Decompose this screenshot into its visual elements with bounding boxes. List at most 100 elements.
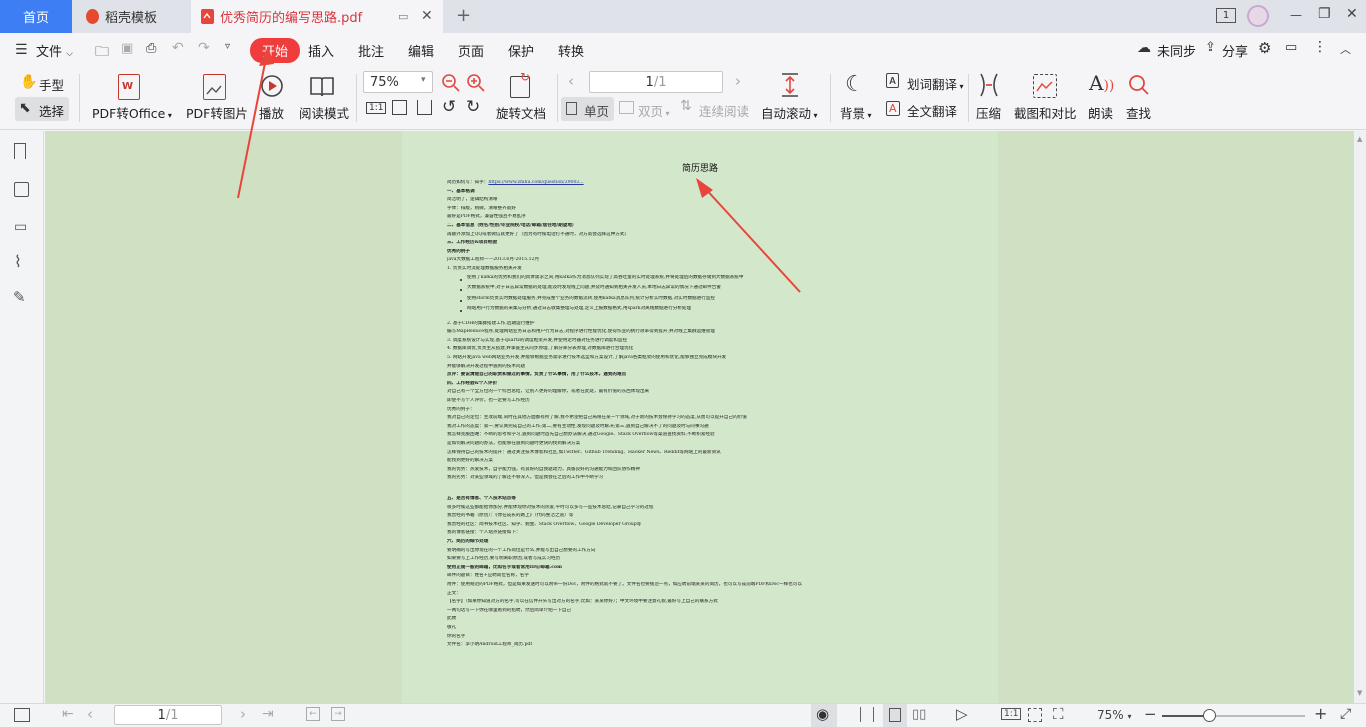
actual-size-status-icon[interactable]: 1:1	[1001, 708, 1022, 720]
fit-width-icon[interactable]	[417, 100, 432, 115]
page-count-badge[interactable]: 1	[1216, 8, 1236, 23]
status-page-input[interactable]: 1/1	[114, 705, 222, 725]
pdf-to-image-button[interactable]: PDF转图片	[186, 103, 248, 122]
compress-button[interactable]: 压缩	[976, 103, 1001, 122]
menu-page[interactable]: 页面	[458, 41, 484, 60]
rotate-document-icon[interactable]: ↻	[510, 70, 530, 98]
rotate-left-icon[interactable]: ↺	[442, 97, 456, 117]
zoom-in-icon[interactable]	[466, 73, 486, 93]
document-viewer[interactable]: 简历思路 简历如何写：知乎：https://www.zhihu.com/ques…	[45, 131, 1354, 703]
screenshot-compare-icon[interactable]	[1033, 74, 1057, 98]
single-mode-button[interactable]	[883, 704, 907, 727]
double-mode-icon[interactable]: ▯▯	[912, 707, 926, 722]
pdf-to-office-button[interactable]: PDF转Office ▾	[92, 103, 172, 122]
close-tab-icon[interactable]: ✕	[421, 8, 433, 24]
page-number-input[interactable]: 1/1	[589, 71, 723, 93]
menu-convert[interactable]: 转换	[558, 41, 584, 60]
open-folder-icon[interactable]: 🗀	[95, 41, 109, 65]
zoom-status-select[interactable]: 75% ▾	[1097, 708, 1132, 722]
book-icon[interactable]	[309, 74, 335, 98]
full-translate-button[interactable]: 全文翻译	[907, 101, 957, 120]
hamburger-icon[interactable]: ☰	[15, 42, 28, 58]
rotate-right-icon[interactable]: ↻	[466, 97, 480, 117]
read-aloud-button[interactable]: 朗读	[1088, 103, 1113, 122]
read-mode-button[interactable]: 阅读模式	[299, 103, 349, 122]
attachment-icon[interactable]: ⌇	[14, 252, 22, 271]
pin-window-icon[interactable]: ▭	[398, 10, 408, 23]
background-button[interactable]: 背景 ▾	[840, 103, 872, 122]
undo-icon[interactable]: ↶	[172, 40, 184, 56]
read-aloud-icon[interactable]: A))	[1089, 71, 1114, 95]
vertical-scrollbar[interactable]: ▲ ▼	[1354, 131, 1366, 703]
compress-icon[interactable]	[977, 72, 1001, 98]
play-status-icon[interactable]: ▷	[956, 705, 968, 723]
zoom-out-status-icon[interactable]: −	[1144, 705, 1157, 723]
word-translate-button[interactable]: 划词翻译 ▾	[907, 74, 964, 93]
rotate-document-button[interactable]: 旋转文档	[496, 103, 546, 122]
more-icon[interactable]: ⋮	[1313, 39, 1327, 55]
zoom-slider-handle[interactable]	[1203, 709, 1217, 722]
first-page-icon[interactable]: ⇤	[62, 706, 74, 722]
expand-icon[interactable]: ⤢	[1340, 706, 1351, 722]
back-view-icon[interactable]: ←	[306, 707, 320, 721]
zoom-in-status-icon[interactable]: +	[1314, 704, 1327, 723]
comments-panel-icon[interactable]: ▭	[14, 219, 27, 235]
zoom-select[interactable]: 75% ▾	[363, 71, 433, 93]
play-icon[interactable]	[260, 74, 284, 98]
scroll-down-icon[interactable]: ▼	[1357, 689, 1362, 697]
cloud-sync-icon[interactable]: ☁	[1137, 40, 1151, 56]
last-page-icon[interactable]: ⇥	[262, 706, 274, 722]
menu-edit[interactable]: 编辑	[408, 41, 434, 60]
restore-icon[interactable]: ❐	[1318, 6, 1331, 22]
scroll-up-icon[interactable]: ▲	[1357, 135, 1362, 143]
quick-access-dropdown-icon[interactable]: ▿	[225, 41, 230, 52]
menu-annotate[interactable]: 批注	[358, 41, 384, 60]
menu-file[interactable]: 文件 ⌵	[36, 41, 73, 60]
zoom-out-icon[interactable]	[441, 73, 461, 93]
select-tool[interactable]: ⬉ 选择	[15, 97, 69, 121]
save-icon[interactable]: ▣	[121, 41, 133, 56]
tab-document[interactable]: 优秀简历的编写思路.pdf ▭ ✕	[191, 0, 443, 33]
play-button[interactable]: 播放	[259, 103, 284, 122]
comment-icon[interactable]: ▭	[1285, 40, 1297, 55]
screenshot-compare-button[interactable]: 截图和对比	[1014, 103, 1077, 122]
avatar[interactable]	[1247, 5, 1269, 27]
new-tab-icon[interactable]: +	[456, 5, 471, 26]
hand-tool[interactable]: 手型	[39, 75, 64, 94]
redo-icon[interactable]: ↷	[198, 40, 210, 56]
auto-scroll-icon[interactable]	[778, 72, 802, 98]
menu-protect[interactable]: 保护	[508, 41, 534, 60]
share-icon[interactable]: ⇪	[1205, 40, 1216, 55]
menu-insert[interactable]: 插入	[308, 41, 334, 60]
next-page-icon[interactable]: ›	[735, 72, 741, 90]
fullscreen-icon[interactable]: ⛶	[1053, 705, 1064, 723]
auto-scroll-button[interactable]: 自动滚动 ▾	[761, 103, 818, 122]
print-icon[interactable]: ⎙	[146, 41, 156, 56]
bookmark-icon[interactable]	[14, 143, 26, 159]
continuous-read-button[interactable]: 连续阅读	[699, 101, 749, 120]
actual-size-icon[interactable]: 1:1	[366, 102, 387, 114]
pdf-to-office-icon[interactable]: W	[118, 74, 140, 100]
close-window-icon[interactable]: ✕	[1346, 6, 1358, 22]
settings-icon[interactable]: ⚙	[1258, 39, 1271, 57]
double-page-button[interactable]: 双页 ▾	[638, 101, 670, 120]
prev-page-status-icon[interactable]: ‹	[87, 705, 93, 723]
tab-home[interactable]: 首页	[0, 0, 72, 33]
moon-icon[interactable]: ☾	[845, 72, 865, 97]
zoom-slider-track[interactable]	[1162, 709, 1305, 722]
next-page-status-icon[interactable]: ›	[240, 705, 246, 723]
prev-page-icon[interactable]: ‹	[568, 72, 574, 90]
thumbnail-icon[interactable]	[14, 182, 29, 197]
tab-template[interactable]: 稻壳模板	[74, 0, 190, 33]
minimize-icon[interactable]: —	[1290, 8, 1302, 22]
document-link[interactable]: https://www.zhihu.com/question/29002...	[488, 180, 583, 185]
collapse-ribbon-icon[interactable]: ︿	[1340, 41, 1351, 57]
signature-icon[interactable]: ✎	[13, 288, 26, 306]
pdf-to-image-icon[interactable]	[203, 74, 226, 100]
menu-start[interactable]: 开始	[250, 38, 301, 63]
fit-page-icon[interactable]	[392, 100, 407, 115]
share-button[interactable]: 分享	[1222, 41, 1248, 60]
continuous-mode-icon[interactable]	[860, 707, 874, 722]
toggle-sidebar-icon[interactable]	[14, 708, 30, 722]
search-icon[interactable]	[1127, 73, 1151, 97]
